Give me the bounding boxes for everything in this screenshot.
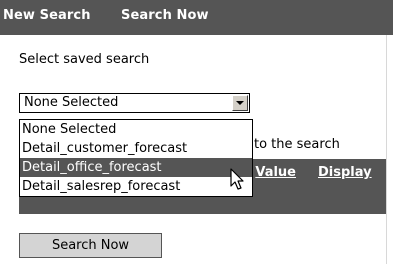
dropdown-arrow-icon[interactable] — [232, 95, 248, 111]
saved-search-options-list: None Selected Detail_customer_forecast D… — [19, 119, 253, 197]
option-detail-office-forecast[interactable]: Detail_office_forecast — [20, 158, 252, 177]
mouse-pointer-icon — [230, 168, 244, 190]
title-bar: New Search Search Now — [0, 0, 393, 35]
option-detail-customer-forecast[interactable]: Detail_customer_forecast — [20, 139, 252, 158]
column-display-link[interactable]: Display — [318, 165, 372, 180]
saved-search-select[interactable]: None Selected — [19, 93, 250, 113]
tab-new-search[interactable]: New Search — [3, 6, 91, 26]
option-detail-salesrep-forecast[interactable]: Detail_salesrep_forecast — [20, 177, 252, 196]
search-now-button[interactable]: Search Now — [19, 233, 162, 258]
saved-search-selected-value: None Selected — [24, 95, 119, 110]
tab-search-now[interactable]: Search Now — [121, 6, 209, 26]
partial-instruction-text: to the search — [254, 137, 340, 152]
column-value-link[interactable]: Value — [254, 165, 296, 180]
panel-right-edge — [386, 35, 393, 264]
saved-search-prompt: Select saved search — [19, 52, 150, 67]
option-none-selected[interactable]: None Selected — [20, 120, 252, 139]
